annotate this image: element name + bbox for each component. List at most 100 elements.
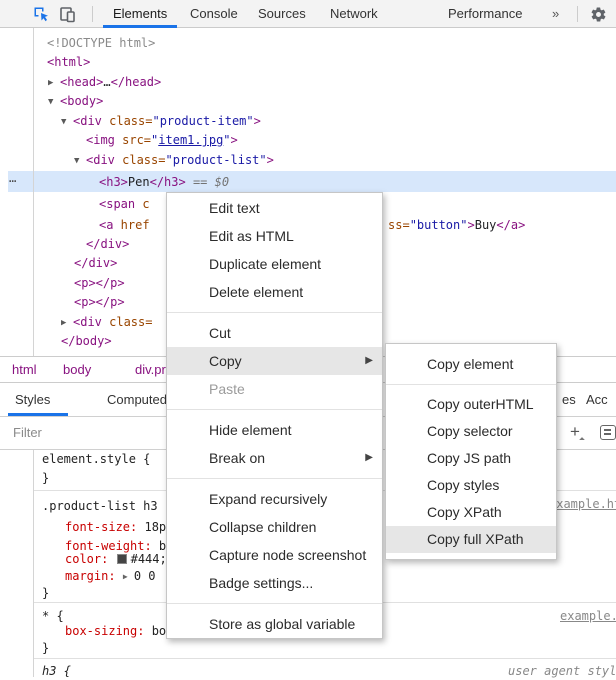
css-line[interactable]: font-size: 18px; xyxy=(65,518,181,536)
context-menu-item-label: Break on xyxy=(209,450,266,466)
code-token-tag: <p></p> xyxy=(74,276,125,290)
context-menu-item-capture-node-screenshot[interactable]: Capture node screenshot xyxy=(167,541,382,569)
context-menu-item-duplicate-element[interactable]: Duplicate element xyxy=(167,250,382,278)
context-menu-item-expand-recursively[interactable]: Expand recursively xyxy=(167,485,382,513)
active-styles-tab-underline xyxy=(8,413,68,416)
code-token-tag: </h3> xyxy=(149,175,186,189)
tab-performance[interactable]: Performance xyxy=(448,0,522,28)
tree-row[interactable]: <!DOCTYPE html> xyxy=(47,34,155,52)
copy-submenu-item-copy-outerhtml[interactable]: Copy outerHTML xyxy=(386,391,556,418)
tree-row[interactable]: ▼ <body> xyxy=(48,92,103,110)
stylesheet-source-link[interactable]: example.html xyxy=(549,495,616,513)
tree-row[interactable]: ▶ <div class= xyxy=(61,313,152,331)
code-token-attr: ss= xyxy=(388,218,410,232)
tab-fragment[interactable]: es xyxy=(562,383,576,416)
code-token-arrow: ▼ xyxy=(48,97,54,107)
tab-network[interactable]: Network xyxy=(330,0,378,28)
tab-sources[interactable]: Sources xyxy=(258,0,306,28)
copy-submenu: Copy element Copy outerHTML Copy selector C… xyxy=(385,343,557,560)
code-token-tag: <div xyxy=(73,315,102,329)
tree-row[interactable]: </div> xyxy=(86,235,129,253)
copy-submenu-item-copy-xpath[interactable]: Copy XPath xyxy=(386,499,556,526)
tab-elements[interactable]: Elements xyxy=(113,0,167,28)
context-menu-item-cut[interactable]: Cut xyxy=(167,319,382,347)
code-token-val: "product-item" xyxy=(152,114,254,128)
code-token-tag: <head> xyxy=(60,75,104,89)
breadcrumb-item-html[interactable]: html xyxy=(12,357,37,383)
stylesheet-source-link[interactable]: example.html xyxy=(560,607,616,625)
tree-row[interactable]: <h3>Pen</h3> == $0 xyxy=(99,173,229,191)
tab-styles[interactable]: Styles xyxy=(15,383,50,416)
context-menu-item-collapse-children[interactable]: Collapse children xyxy=(167,513,382,541)
toggle-element-state-icon[interactable] xyxy=(600,425,616,440)
tree-row[interactable]: </body> xyxy=(61,332,112,350)
context-menu-separator xyxy=(167,312,382,313)
copy-submenu-item-copy-selector[interactable]: Copy selector xyxy=(386,418,556,445)
context-menu-item-copy[interactable]: Copy ▶ xyxy=(167,347,382,375)
inspect-icon[interactable] xyxy=(33,6,50,23)
code-token-tag: </a> xyxy=(496,218,526,232)
code-token-attr: class= xyxy=(101,315,153,329)
context-menu-item-break-on[interactable]: Break on ▶ xyxy=(167,444,382,472)
context-menu-item-label: Badge settings... xyxy=(209,575,314,591)
toolbar-separator-2 xyxy=(577,6,578,22)
css-line[interactable]: * { xyxy=(42,607,64,625)
code-token-doctype: <!DOCTYPE html> xyxy=(47,36,156,50)
tree-row[interactable]: <span c xyxy=(99,195,150,213)
css-line[interactable]: color: #444; xyxy=(65,550,167,568)
css-line[interactable]: } xyxy=(42,639,49,657)
code-token-eq: == $0 xyxy=(185,175,230,189)
more-tabs-icon[interactable]: » xyxy=(552,6,559,21)
css-line[interactable]: h3 { xyxy=(42,662,71,680)
copy-submenu-item-copy-full-xpath[interactable]: Copy full XPath xyxy=(386,526,556,553)
code-token-tag: <html> xyxy=(47,55,91,69)
code-token-cssarrow: ▶ xyxy=(122,572,128,581)
code-token-attr: class= xyxy=(101,114,153,128)
tree-row[interactable]: ▼ <div class="product-list"> xyxy=(74,151,274,169)
copy-submenu-item-label: Copy outerHTML xyxy=(427,396,534,412)
tree-row[interactable]: </div> xyxy=(74,254,117,272)
tree-row[interactable]: ▶ <head>…</head> xyxy=(48,73,161,91)
code-token-arrow: ▶ xyxy=(48,78,54,88)
copy-submenu-item-label: Copy JS path xyxy=(427,450,512,466)
tree-row[interactable]: <p></p> xyxy=(74,274,125,292)
css-line[interactable]: } xyxy=(42,584,49,602)
code-token-attr: src= xyxy=(114,133,152,147)
context-menu-item-label: Hide element xyxy=(209,422,292,438)
css-line[interactable]: .product-list h3 { xyxy=(42,497,172,515)
context-menu-item-edit-as-html[interactable]: Edit as HTML xyxy=(167,222,382,250)
context-menu-item-edit-text[interactable]: Edit text xyxy=(167,194,382,222)
context-menu-item-store-as-global-variable[interactable]: Store as global variable xyxy=(167,610,382,638)
settings-gear-icon[interactable] xyxy=(590,6,607,23)
code-token-prop: color: xyxy=(65,552,109,566)
device-toolbar-icon[interactable] xyxy=(59,6,76,23)
tab-fragment[interactable]: Acc xyxy=(586,383,608,416)
copy-submenu-item-copy-element[interactable]: Copy element xyxy=(386,351,556,378)
context-menu-item-label: Collapse children xyxy=(209,519,317,535)
tree-row[interactable]: <img src="item1.jpg"> xyxy=(86,131,238,149)
context-menu-item-delete-element[interactable]: Delete element xyxy=(167,278,382,306)
code-token-tag: </body> xyxy=(61,334,112,348)
copy-submenu-item-label: Copy element xyxy=(427,356,514,372)
context-menu-item-badge-settings-[interactable]: Badge settings... xyxy=(167,569,382,597)
code-token-cssval: } xyxy=(42,471,50,485)
code-token-tag: <p></p> xyxy=(74,295,125,309)
code-token-sel: .product-list h3 { xyxy=(42,499,173,513)
css-line[interactable]: } xyxy=(42,469,49,487)
tree-gutter-line xyxy=(33,28,34,356)
context-menu-item-hide-element[interactable]: Hide element xyxy=(167,416,382,444)
css-line[interactable]: margin: ▶ 0 0 xyxy=(65,567,156,585)
styles-filter-input[interactable]: Filter xyxy=(13,417,42,449)
tree-row[interactable]: <a href xyxy=(99,216,150,234)
breadcrumb-item-body[interactable]: body xyxy=(63,357,91,383)
node-options-dots-icon[interactable]: ⋯ xyxy=(9,173,31,191)
tab-console[interactable]: Console xyxy=(190,0,238,28)
css-line[interactable]: element.style { xyxy=(42,450,150,468)
code-token-tag: > xyxy=(253,114,261,128)
tree-row[interactable]: <html> xyxy=(47,53,90,71)
tab-computed[interactable]: Computed xyxy=(107,383,167,416)
tree-row[interactable]: ▼ <div class="product-item"> xyxy=(61,112,261,130)
tree-row[interactable]: <p></p> xyxy=(74,293,125,311)
copy-submenu-item-copy-js-path[interactable]: Copy JS path xyxy=(386,445,556,472)
copy-submenu-item-copy-styles[interactable]: Copy styles xyxy=(386,472,556,499)
